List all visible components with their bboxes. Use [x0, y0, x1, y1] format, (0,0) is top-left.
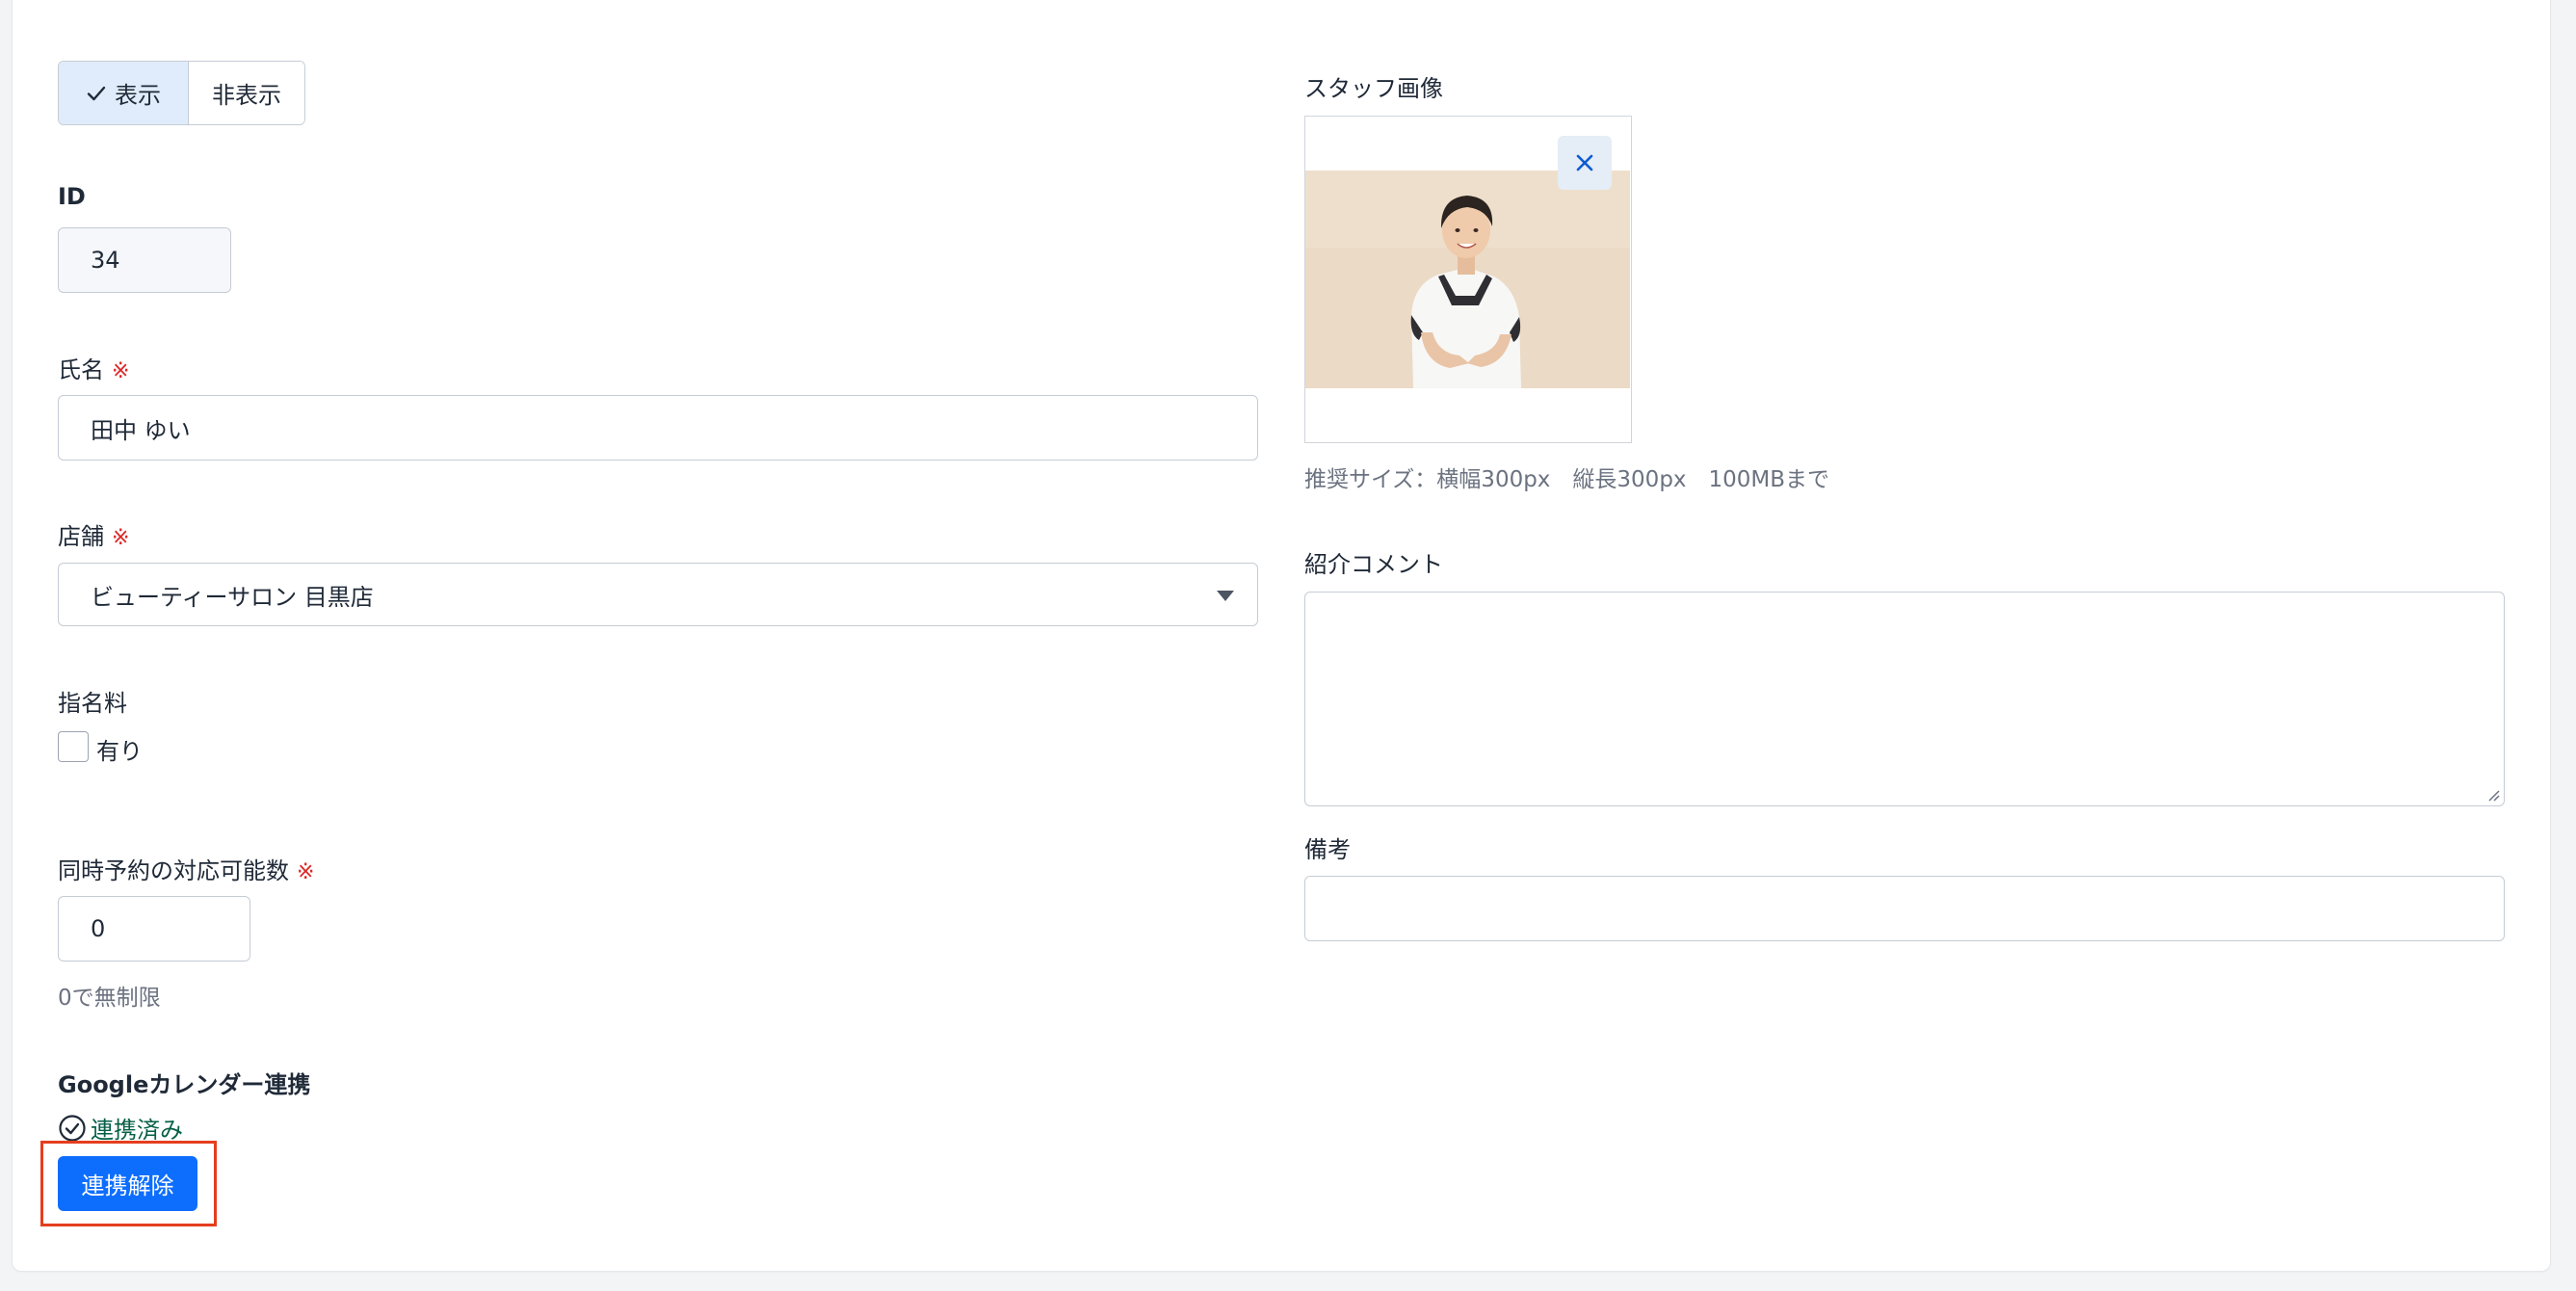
staff-photo: [1305, 171, 1630, 388]
name-input[interactable]: 田中 ゆい: [58, 395, 1258, 461]
linked-status-text: 連携済み: [91, 1117, 183, 1144]
concurrent-bookings-label-row: 同時予約の対応可能数 ※: [58, 852, 314, 885]
id-field: 34: [58, 227, 231, 293]
visibility-toggle: 表示 非表示: [58, 61, 305, 125]
close-icon: [1576, 154, 1593, 171]
google-calendar-status: 連携済み: [58, 1111, 183, 1145]
store-value: ビューティーサロン 目黒店: [91, 583, 374, 611]
required-mark: ※: [112, 526, 130, 550]
remove-image-button[interactable]: [1558, 136, 1612, 190]
unlink-button[interactable]: 連携解除: [58, 1156, 197, 1211]
name-label: 氏名: [58, 356, 104, 383]
intro-comment-label: 紹介コメント: [1304, 551, 1443, 578]
nomination-fee-checkbox-label[interactable]: 有り: [96, 732, 143, 766]
show-toggle-button[interactable]: 表示: [59, 62, 189, 124]
name-value: 田中 ゆい: [91, 416, 191, 444]
concurrent-bookings-label: 同時予約の対応可能数: [58, 857, 289, 884]
show-toggle-label: 表示: [115, 82, 161, 109]
staff-image-label: スタッフ画像: [1304, 75, 1443, 102]
id-label: ID: [58, 183, 86, 210]
intro-comment-textarea[interactable]: [1304, 592, 2505, 806]
store-label: 店舗: [58, 523, 104, 550]
store-label-row: 店舗 ※: [58, 517, 129, 551]
notes-input[interactable]: [1304, 876, 2505, 941]
resize-handle-icon[interactable]: [2484, 786, 2500, 802]
required-mark: ※: [112, 359, 130, 383]
checkmark-icon: [86, 83, 107, 104]
staff-image-preview: [1304, 116, 1632, 443]
hide-toggle-button[interactable]: 非表示: [189, 62, 304, 124]
concurrent-bookings-input[interactable]: 0: [58, 896, 250, 962]
nomination-fee-checkbox[interactable]: [58, 731, 89, 762]
notes-label: 備考: [1304, 836, 1351, 863]
google-calendar-label: Googleカレンダー連携: [58, 1071, 311, 1098]
staff-image-hint: 推奨サイズ：横幅300px 縦長300px 100MBまで: [1304, 467, 1830, 492]
concurrent-bookings-value: 0: [91, 915, 106, 942]
hide-toggle-label: 非表示: [212, 82, 281, 109]
id-value: 34: [91, 247, 120, 274]
name-label-row: 氏名 ※: [58, 351, 129, 384]
chevron-down-icon: [1217, 591, 1234, 601]
nomination-fee-label: 指名料: [58, 690, 127, 717]
concurrent-bookings-hint: 0で無制限: [58, 986, 161, 1011]
check-circle-icon: [59, 1114, 86, 1142]
store-select[interactable]: ビューティーサロン 目黒店: [58, 563, 1258, 626]
required-mark: ※: [297, 860, 315, 884]
